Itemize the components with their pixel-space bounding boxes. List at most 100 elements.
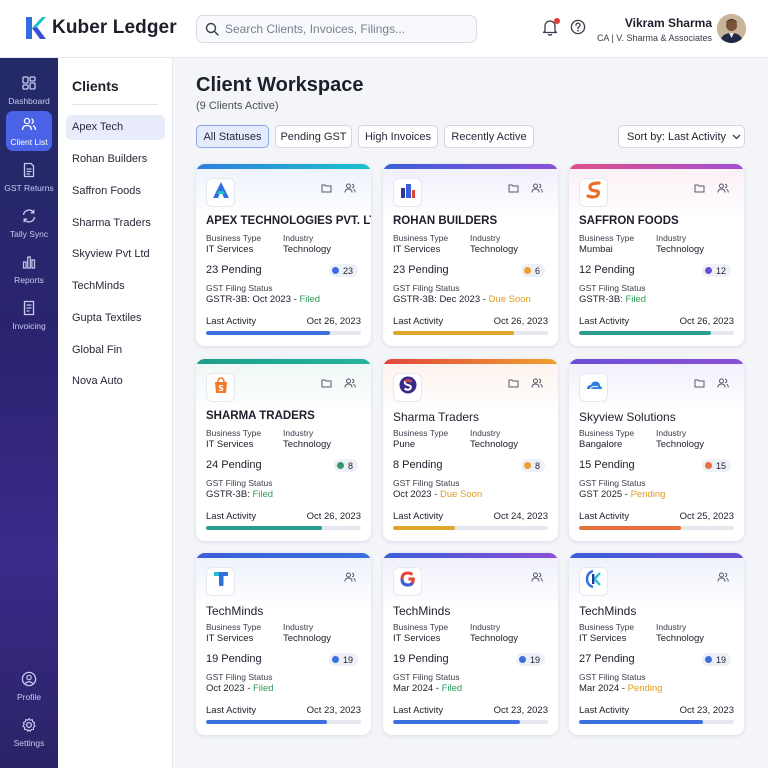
team-button[interactable] — [714, 569, 732, 587]
badge-dot — [331, 267, 339, 274]
client-card[interactable]: TechMinds Business Type IT Services Indu… — [196, 553, 371, 735]
progress-fill — [579, 526, 682, 530]
user-info[interactable]: Vikram Sharma CA | V. Sharma & Associate… — [597, 16, 712, 43]
nav-tally-sync[interactable]: Tally Sync — [0, 203, 58, 243]
team-button[interactable] — [528, 569, 546, 587]
filter-pending-gst[interactable]: Pending GST — [275, 125, 352, 148]
client-logo — [579, 567, 608, 596]
client-card[interactable]: Skyview Solutions Business Type Bangalor… — [569, 359, 744, 541]
users-icon — [344, 569, 356, 587]
client-list-item[interactable]: Rohan Builders — [66, 147, 165, 172]
nav-invoicing[interactable]: Invoicing — [0, 295, 58, 335]
pending-count: 24 Pending — [206, 459, 262, 471]
gst-status: Due Soon — [488, 294, 531, 305]
badge-count: 23 — [342, 265, 353, 276]
client-list-item[interactable]: TechMinds — [66, 274, 165, 299]
badge-count: 15 — [715, 460, 726, 471]
client-logo — [579, 178, 608, 207]
nav-label: Profile — [16, 691, 42, 702]
progress-fill — [393, 720, 521, 724]
g-logo-icon — [398, 569, 418, 594]
nav-reports[interactable]: Reports — [0, 249, 58, 289]
business-type-value: IT Services — [579, 633, 627, 644]
folder-button[interactable] — [317, 375, 335, 393]
nav-client-list[interactable]: Client List — [6, 111, 52, 151]
client-card[interactable]: S SHARMA TRADERS Business Type IT Servic… — [196, 359, 371, 541]
folder-button[interactable] — [504, 375, 522, 393]
nav-settings[interactable]: Settings — [0, 712, 58, 752]
industry-label: Industry — [470, 622, 501, 632]
gst-filing-status-label: GST Filing Status — [579, 672, 646, 682]
client-list-item[interactable]: Nova Auto — [66, 369, 165, 394]
progress-track — [206, 720, 361, 724]
team-button[interactable] — [341, 569, 359, 587]
badge-dot — [331, 656, 339, 663]
business-type-value: IT Services — [206, 439, 254, 450]
search-box[interactable] — [196, 15, 477, 43]
progress-track — [579, 526, 734, 530]
business-type-value: Bangalore — [579, 439, 623, 450]
client-card[interactable]: SAFFRON FOODS Business Type Mumbai Indus… — [569, 164, 744, 346]
team-button[interactable] — [714, 375, 732, 393]
business-type-label: Business Type — [579, 428, 635, 438]
industry-label: Industry — [656, 622, 687, 632]
users-icon — [531, 569, 543, 587]
client-card[interactable]: APEX TECHNOLOGIES PVT. LTD. Business Typ… — [196, 164, 371, 346]
pending-count: 27 Pending — [579, 653, 635, 665]
nav-dashboard[interactable]: Dashboard — [0, 70, 58, 110]
search-input[interactable] — [225, 22, 465, 36]
sort-dropdown[interactable]: Sort by: Last Activity — [618, 125, 745, 148]
gst-filing-status-label: GST Filing Status — [206, 283, 273, 293]
nav-label: Settings — [13, 737, 45, 748]
users-icon — [344, 375, 356, 393]
folder-button[interactable] — [317, 180, 335, 198]
apex-logo-icon — [211, 180, 231, 205]
folder-button[interactable] — [690, 180, 708, 198]
building-logo-icon — [398, 180, 418, 205]
folder-button[interactable] — [504, 180, 522, 198]
gst-period: GST 2025 - — [579, 489, 631, 500]
badge-dot — [704, 267, 712, 274]
notifications-button[interactable] — [542, 18, 560, 37]
folder-icon — [321, 180, 332, 198]
client-card[interactable]: Sharma Traders Business Type Pune Indust… — [383, 359, 558, 541]
client-card[interactable]: TechMinds Business Type IT Services Indu… — [569, 553, 744, 735]
nav-gst-returns[interactable]: GST Returns — [0, 157, 58, 197]
nav-profile[interactable]: Profile — [0, 666, 58, 706]
badge-dot — [704, 462, 712, 469]
client-card[interactable]: ROHAN BUILDERS Business Type IT Services… — [383, 164, 558, 346]
client-name: ROHAN BUILDERS — [393, 215, 498, 227]
page-title: Client Workspace — [196, 74, 364, 96]
avatar[interactable] — [717, 14, 746, 43]
filter-all-statuses[interactable]: All Statuses — [196, 125, 269, 148]
last-activity-date: Oct 26, 2023 — [679, 316, 734, 327]
filter-high-invoices[interactable]: High Invoices — [358, 125, 438, 148]
gst-filing-status-label: GST Filing Status — [206, 478, 273, 488]
chevron-down-icon — [732, 134, 741, 139]
help-button[interactable] — [570, 19, 588, 37]
folder-button[interactable] — [690, 375, 708, 393]
last-activity-label: Last Activity — [206, 316, 257, 327]
gst-period: Oct 2023 - — [393, 489, 440, 500]
status-badge: 15 — [701, 459, 731, 472]
client-list-item[interactable]: Gupta Textiles — [66, 306, 165, 331]
client-list-item[interactable]: Skyview Pvt Ltd — [66, 242, 165, 267]
badge-count: 12 — [715, 265, 726, 276]
gst-filing-status-value: GSTR-3B: Dec 2023 - Due Soon — [393, 294, 531, 305]
client-list-item[interactable]: Sharma Traders — [66, 211, 165, 236]
progress-fill — [206, 331, 330, 335]
filter-recently-active[interactable]: Recently Active — [444, 125, 534, 148]
client-list-item[interactable]: Apex Tech — [66, 115, 165, 140]
team-button[interactable] — [341, 180, 359, 198]
gst-filing-status-value: GSTR-3B: Oct 2023 - Filed — [206, 294, 320, 305]
team-button[interactable] — [528, 375, 546, 393]
client-list-item[interactable]: Global Fin — [66, 338, 165, 363]
client-list-item[interactable]: Saffron Foods — [66, 179, 165, 204]
team-button[interactable] — [714, 180, 732, 198]
client-card[interactable]: TechMinds Business Type IT Services Indu… — [383, 553, 558, 735]
status-badge: 19 — [328, 653, 358, 666]
team-button[interactable] — [528, 180, 546, 198]
progress-track — [393, 720, 548, 724]
app-logo[interactable]: Kuber Ledger — [24, 16, 177, 40]
team-button[interactable] — [341, 375, 359, 393]
